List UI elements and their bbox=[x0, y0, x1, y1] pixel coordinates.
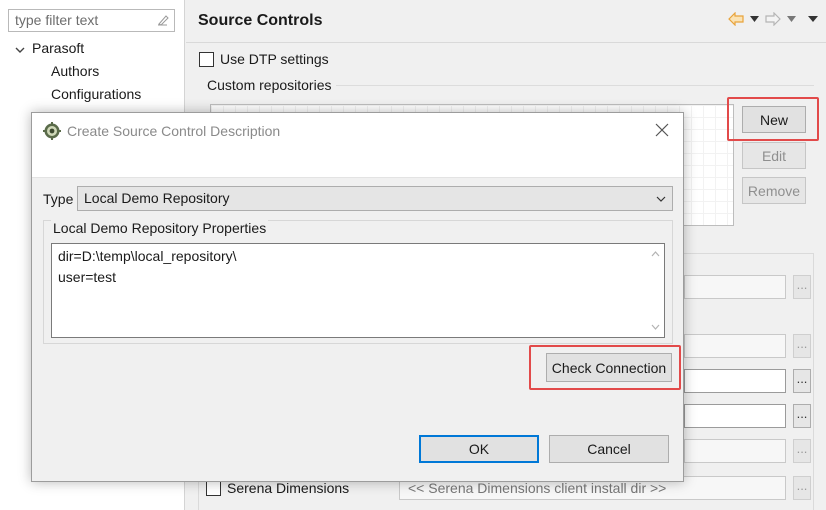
chevron-down-icon bbox=[656, 196, 666, 202]
title-separator bbox=[186, 42, 826, 43]
browse-button-4[interactable]: ... bbox=[793, 404, 811, 428]
create-source-control-dialog: Create Source Control Description Type L… bbox=[31, 112, 684, 482]
page-title: Source Controls bbox=[198, 12, 323, 29]
filter-placeholder: type filter text bbox=[15, 12, 99, 28]
remove-button[interactable]: Remove bbox=[742, 177, 806, 204]
type-label: Type bbox=[43, 191, 74, 207]
properties-textarea[interactable]: dir=D:\temp\local_repository\ user=test bbox=[51, 243, 665, 338]
dialog-titlebar[interactable]: Create Source Control Description bbox=[32, 113, 683, 149]
serena-browse-button[interactable]: ... bbox=[793, 476, 811, 500]
view-menu-icon[interactable] bbox=[808, 16, 818, 22]
chevron-down-icon[interactable] bbox=[14, 44, 26, 56]
check-connection-highlight bbox=[529, 345, 681, 390]
settings-field-4[interactable] bbox=[684, 404, 786, 428]
type-select-value: Local Demo Repository bbox=[84, 190, 230, 206]
forward-dropdown-icon[interactable] bbox=[787, 16, 796, 22]
use-dtp-settings-row[interactable]: Use DTP settings bbox=[199, 51, 329, 67]
group-separator bbox=[336, 85, 814, 86]
settings-field-2[interactable] bbox=[684, 334, 786, 358]
settings-field-3[interactable] bbox=[684, 369, 786, 393]
browse-button-1[interactable]: ... bbox=[793, 275, 811, 299]
edit-button[interactable]: Edit bbox=[742, 142, 806, 169]
tree-item-parasoft[interactable]: Parasoft bbox=[32, 40, 84, 56]
settings-field-1[interactable] bbox=[684, 275, 786, 299]
browse-button-3[interactable]: ... bbox=[793, 369, 811, 393]
scroll-up-icon[interactable] bbox=[651, 251, 660, 257]
browse-button-5[interactable]: ... bbox=[793, 439, 811, 463]
parasoft-gear-icon bbox=[43, 122, 61, 140]
properties-line-dir: dir=D:\temp\local_repository\ bbox=[58, 248, 237, 264]
back-dropdown-icon[interactable] bbox=[750, 16, 759, 22]
filter-input[interactable]: type filter text bbox=[8, 9, 175, 32]
clear-filter-icon[interactable] bbox=[156, 13, 170, 27]
tree-item-configurations[interactable]: Configurations bbox=[51, 86, 141, 102]
back-arrow-icon[interactable] bbox=[728, 12, 744, 26]
serena-install-dir-placeholder: << Serena Dimensions client install dir … bbox=[408, 480, 667, 496]
properties-line-user: user=test bbox=[58, 269, 116, 285]
serena-dimensions-row[interactable]: Serena Dimensions bbox=[206, 480, 349, 496]
use-dtp-label: Use DTP settings bbox=[220, 51, 329, 67]
custom-repositories-label: Custom repositories bbox=[207, 77, 332, 93]
settings-field-5[interactable] bbox=[684, 439, 786, 463]
cancel-button[interactable]: Cancel bbox=[549, 435, 669, 463]
tree-item-authors[interactable]: Authors bbox=[51, 63, 99, 79]
dialog-banner bbox=[32, 149, 683, 178]
forward-arrow-icon[interactable] bbox=[765, 12, 781, 26]
use-dtp-checkbox[interactable] bbox=[199, 51, 214, 67]
serena-label: Serena Dimensions bbox=[227, 480, 350, 496]
scroll-down-icon[interactable] bbox=[651, 324, 660, 330]
new-button-highlight bbox=[727, 97, 819, 141]
browse-button-2[interactable]: ... bbox=[793, 334, 811, 358]
page-navigation bbox=[728, 10, 818, 28]
serena-checkbox[interactable] bbox=[206, 480, 221, 496]
properties-group-label: Local Demo Repository Properties bbox=[51, 220, 269, 236]
close-icon[interactable] bbox=[655, 123, 669, 137]
dialog-title: Create Source Control Description bbox=[67, 123, 281, 139]
vertical-scrollbar[interactable] bbox=[647, 244, 664, 337]
type-select[interactable]: Local Demo Repository bbox=[77, 186, 673, 211]
ok-button[interactable]: OK bbox=[419, 435, 539, 463]
